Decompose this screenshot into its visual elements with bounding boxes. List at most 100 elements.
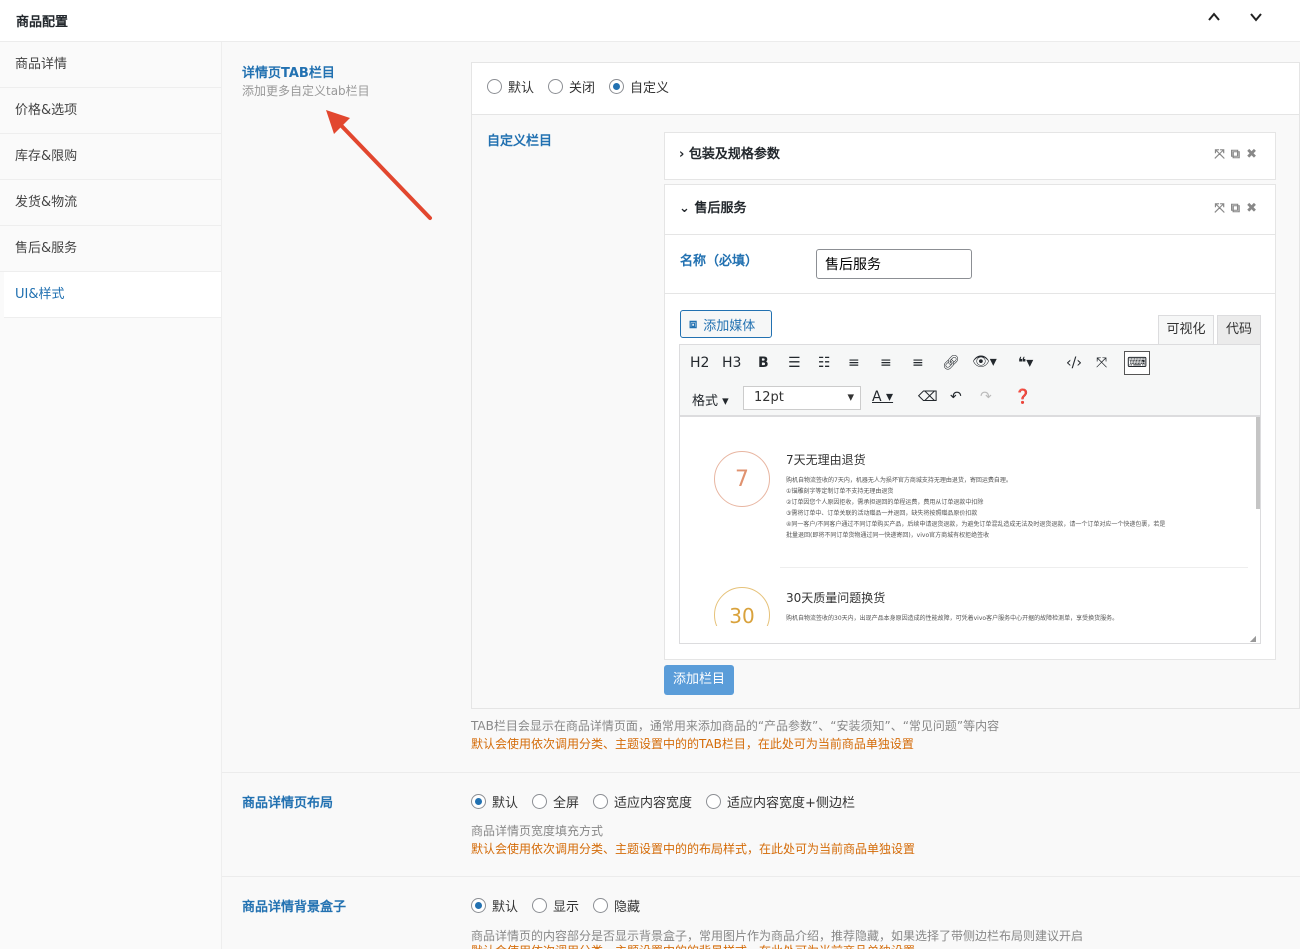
custom-columns-label: 自定义栏目 [487,134,553,149]
block1-line: 购机自物流签收的7天内，机器无人为损坏官方商城支持无理由退货，寄回运费自理。 [786,477,1012,484]
sidebar-item-details[interactable]: 商品详情 [0,42,221,88]
layout-radio-fullscreen[interactable]: 全屏 [532,792,579,811]
copy-icon[interactable]: ⧉ [1231,147,1246,162]
sidebar-item-aftersale[interactable]: 售后&服务 [0,226,221,272]
block1-title: 7天无理由退货 [786,453,866,467]
keyboard-icon[interactable]: ⌨ [1124,351,1150,375]
editor-status-bar: ◢ [679,626,1261,644]
sidebar-item-ui[interactable]: UI&样式 [4,272,221,318]
top-bar: 商品配置 [0,0,1300,42]
bg-radio-default[interactable]: 默认 [471,896,518,915]
close-icon[interactable]: ✖ [1246,147,1263,162]
chevron-right-icon: › [679,147,685,162]
radio-label: 默认 [508,81,535,96]
panel-tools: ⤧⧉✖ [1214,185,1263,233]
bg-section-label: 商品详情背景盒子 [242,900,347,915]
help-icon[interactable]: ❓ [1014,389,1031,405]
panel-aftersale-header[interactable]: ⌄ 售后服务 ⤧⧉✖ [665,185,1275,235]
expand-icon[interactable]: ⤧ [1214,201,1230,216]
radio-label: 显示 [553,900,580,915]
tab-visual[interactable]: 可视化 [1158,315,1214,345]
tab-warn: 默认会使用依次调用分类、主题设置中的的TAB栏目，在此处可为当前商品单独设置 [471,737,914,751]
editor-scrollbar[interactable] [1256,417,1260,509]
sidebar: 商品详情 价格&选项 库存&限购 发货&物流 售后&服务 UI&样式 [0,42,222,949]
editor-content[interactable]: 7 7天无理由退货 购机自物流签收的7天内，机器无人为损坏官方商城支持无理由退货… [679,416,1261,644]
panel-packaging[interactable]: › 包装及规格参数 ⤧⧉✖ [664,132,1276,180]
text-color-icon[interactable]: A ▾ [872,389,893,405]
tab-section-sublabel: 添加更多自定义tab栏目 [242,84,370,98]
quote-icon[interactable]: ❝▾ [1018,355,1033,371]
tab-code[interactable]: 代码 [1217,315,1261,345]
return-7-icon: 7 [714,451,770,507]
add-media-button[interactable]: ⧈ 添加媒体 [680,310,772,338]
radio-label: 关闭 [569,81,596,96]
radio-label: 默认 [492,796,519,811]
align-left-icon[interactable]: ≡ [848,355,860,371]
sidebar-item-shipping[interactable]: 发货&物流 [0,180,221,226]
align-right-icon[interactable]: ≡ [912,355,924,371]
link-icon[interactable]: 🔗︎ [942,355,960,371]
chevron-up-icon[interactable] [1202,9,1226,28]
tab-section-label: 详情页TAB栏目 [242,66,335,81]
radio-label: 适应内容宽度+侧边栏 [727,796,855,811]
divider [665,293,1275,294]
panel-tools: ⤧⧉✖ [1214,133,1263,177]
radio-label: 隐藏 [614,900,641,915]
numbered-list-icon[interactable]: ☷ [818,355,831,371]
align-center-icon[interactable]: ≡ [880,355,892,371]
layout-radio-default[interactable]: 默认 [471,792,518,811]
add-media-label: 添加媒体 [703,318,756,334]
layout-warn: 默认会使用依次调用分类、主题设置中的的布局样式，在此处可为当前商品单独设置 [471,842,916,856]
layout-radio-group: 默认 全屏 适应内容宽度 适应内容宽度+侧边栏 [471,792,869,811]
chevron-down-icon[interactable] [1244,9,1268,28]
bullet-list-icon[interactable]: ☰ [788,355,801,371]
code-icon[interactable]: ‹/› [1066,355,1082,371]
layout-desc: 商品详情页宽度填充方式 [471,824,604,838]
h3-button[interactable]: H3 [722,355,741,371]
redo-icon[interactable]: ↷ [980,389,992,405]
block1-line: ①锚雕刻字等定制订单不支持无理由退货 [786,488,894,495]
tab-radio-default[interactable]: 默认 [487,77,534,96]
format-dropdown[interactable]: 格式 ▾ [692,390,729,409]
expand-icon[interactable]: ⤧ [1214,147,1230,162]
layout-radio-fit[interactable]: 适应内容宽度 [593,792,692,811]
radio-label: 自定义 [630,81,670,96]
layout-radio-fit-sidebar[interactable]: 适应内容宽度+侧边栏 [706,792,855,811]
bg-radio-hide[interactable]: 隐藏 [593,896,640,915]
bg-radio-group: 默认 显示 隐藏 [471,896,654,915]
name-field-label: 名称（必填） [680,254,759,269]
name-input[interactable] [816,249,972,279]
panel-packaging-header[interactable]: › 包装及规格参数 ⤧⧉✖ [665,133,1275,175]
sidebar-item-price[interactable]: 价格&选项 [0,88,221,134]
close-icon[interactable]: ✖ [1246,201,1263,216]
panel-title: 售后服务 [694,201,747,216]
block1-line: ④同一客户/不同客户通过不同订单购买产品，后续申请退货退款，为避免订单混乱造成无… [786,521,1166,528]
fullscreen-icon[interactable]: ⤧ [1096,355,1107,371]
annotation-arrow-icon [326,110,432,220]
radio-label: 默认 [492,900,519,915]
radio-label: 适应内容宽度 [614,796,693,811]
h2-button[interactable]: H2 [690,355,709,371]
eraser-icon[interactable]: ⌫ [918,389,938,405]
block1-line: ③需将订单中、订单关联的活动赠品一并退回，缺失将按照赠品原价扣款 [786,510,978,517]
font-size-select[interactable]: 12pt ▾ [743,386,861,410]
undo-icon[interactable]: ↶ [950,389,962,405]
block2-line: 购机自物流签收的30天内，出现产品本身原因造成的性能故障，可凭着vivo客户服务… [786,615,1119,622]
chevron-down-icon: ▾ [847,390,854,405]
tab-radio-group: 默认 关闭 自定义 [487,77,683,96]
tab-radio-off[interactable]: 关闭 [548,77,595,96]
sidebar-item-stock[interactable]: 库存&限购 [0,134,221,180]
bg-warn: 默认会使用依次调用分类、主题设置中的的背景样式，在此处可为当前商品单独设置 [471,942,915,949]
resize-handle-icon[interactable]: ◢ [1250,634,1256,643]
tab-radio-custom[interactable]: 自定义 [609,77,669,96]
block2-title: 30天质量问题换货 [786,591,886,605]
bold-button[interactable]: B [758,355,769,371]
preview-icon[interactable]: 👁︎▾ [972,354,997,370]
layout-section-label: 商品详情页布局 [242,796,334,811]
copy-icon[interactable]: ⧉ [1231,201,1246,216]
bg-radio-show[interactable]: 显示 [532,896,579,915]
block1-line: ②订单因您个人原因拒收，需承担退回的单程运费，费用从订单退款中扣除 [786,499,984,506]
radio-label: 全屏 [553,796,580,811]
add-column-button[interactable]: 添加栏目 [664,665,734,695]
layout-section [222,773,1300,876]
